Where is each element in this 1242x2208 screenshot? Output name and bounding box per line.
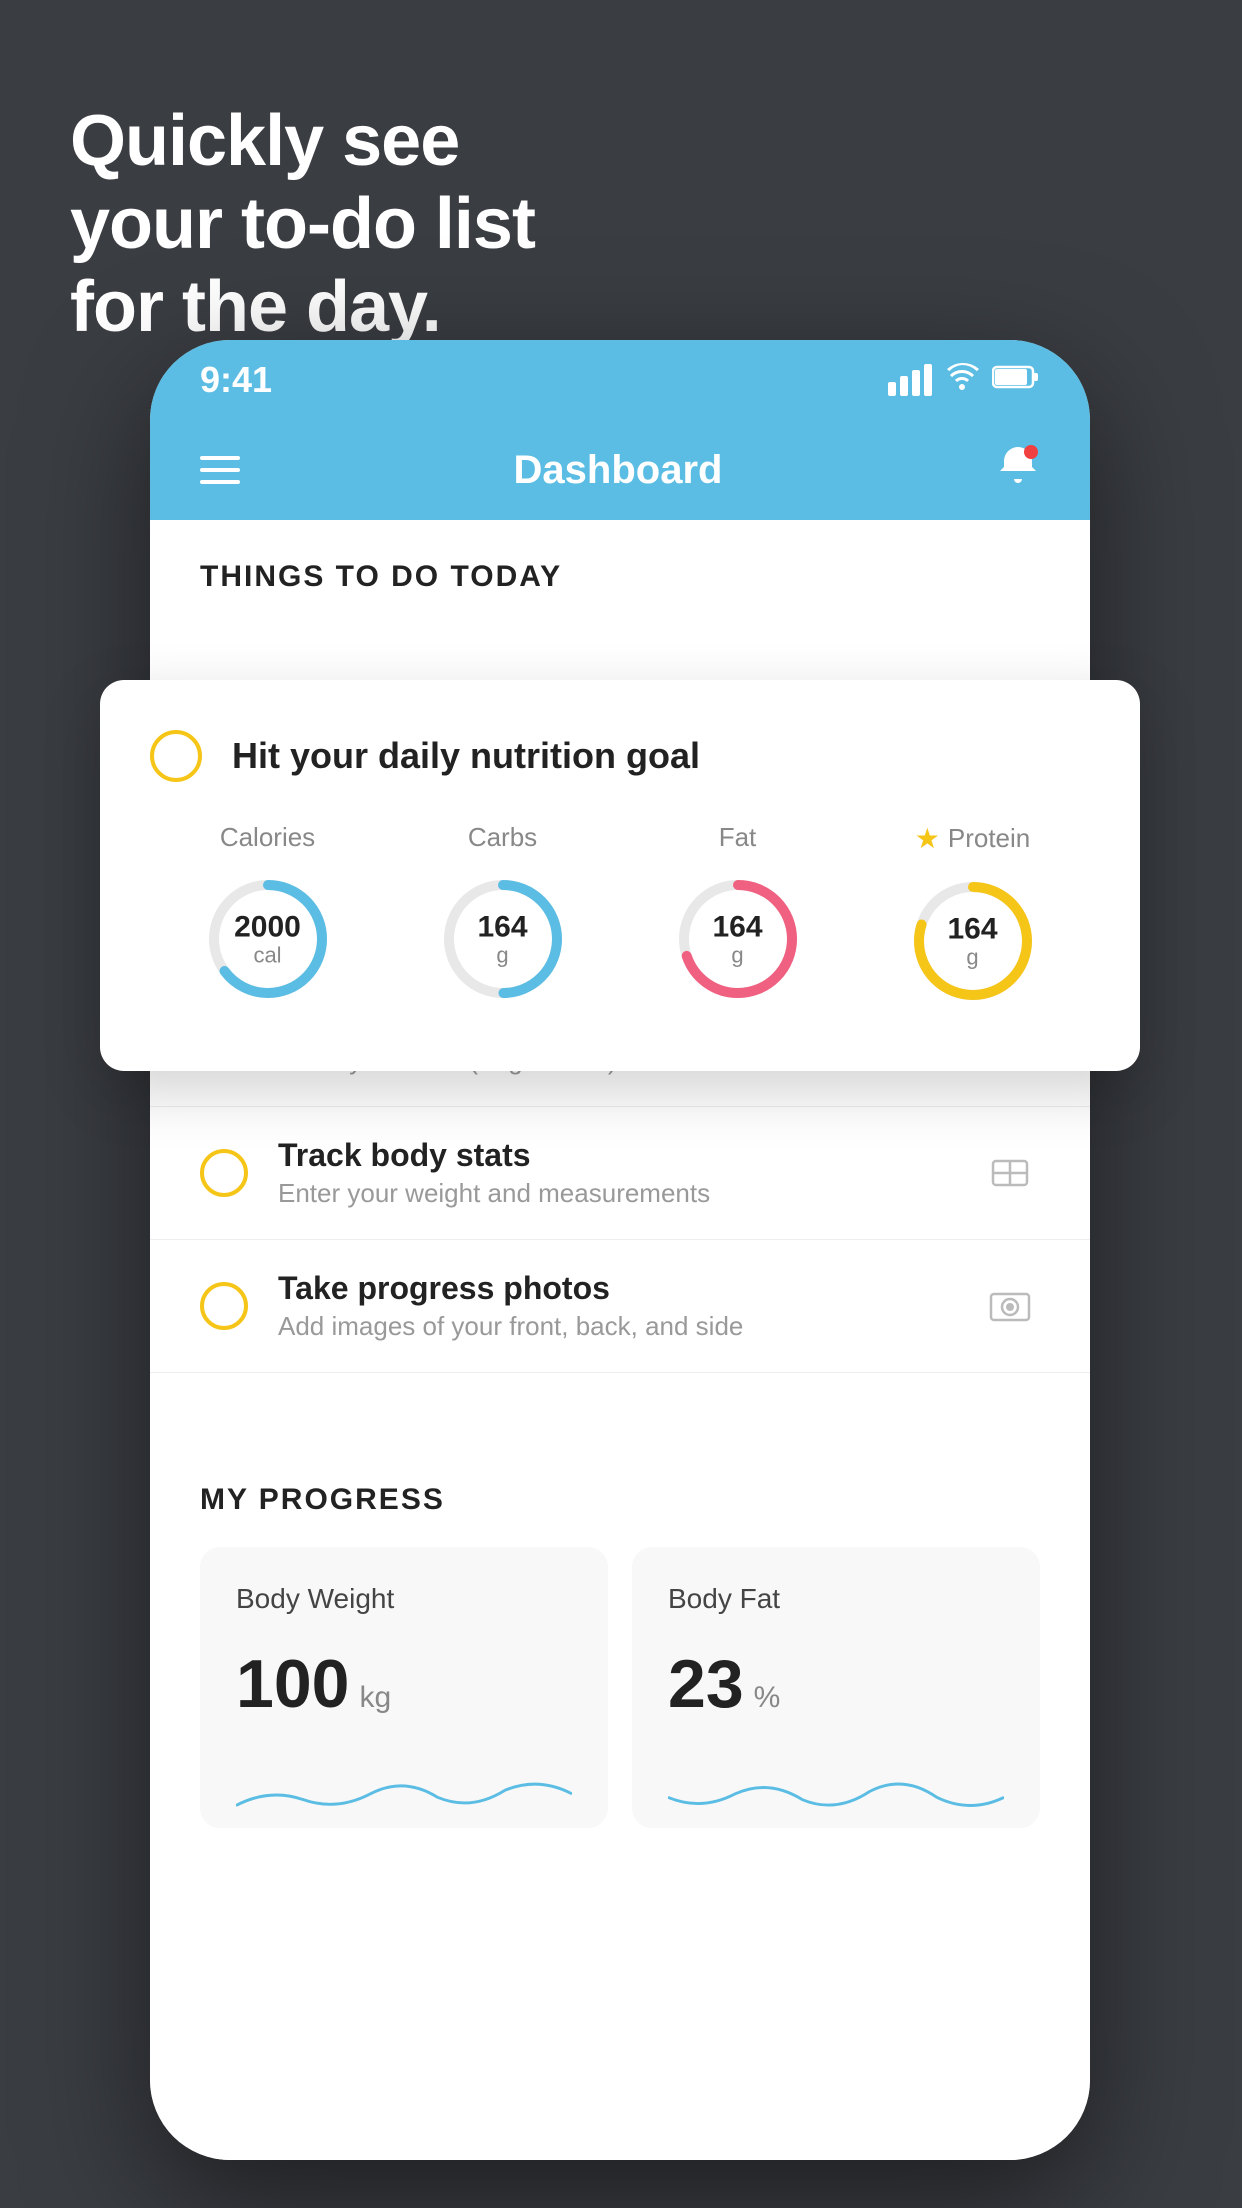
- calorie-value: 2000: [234, 910, 301, 943]
- protein-value: 164: [947, 912, 997, 945]
- item-subtitle-photos: Add images of your front, back, and side: [278, 1311, 950, 1342]
- status-bar: 9:41: [150, 340, 1090, 420]
- phone-mockup: 9:41: [150, 340, 1090, 2160]
- nutrition-label-protein: ★ Protein: [915, 822, 1031, 855]
- body-weight-chart: [236, 1753, 572, 1823]
- card-title-row: Hit your daily nutrition goal: [150, 730, 1090, 782]
- headline-line1: Quickly see: [70, 100, 535, 183]
- nutrition-circle-calories: 2000 cal: [198, 869, 338, 1009]
- nutrition-item-calories: Calories 2000 cal: [198, 822, 338, 1009]
- wifi-icon: [944, 362, 980, 398]
- item-icon-stats: [980, 1143, 1040, 1203]
- body-fat-title: Body Fat: [668, 1583, 1004, 1615]
- item-circle-photos: [200, 1282, 248, 1330]
- protein-star-icon: ★: [915, 822, 940, 855]
- nutrition-item-fat: Fat 164 g: [668, 822, 808, 1009]
- nav-bar: Dashboard: [150, 420, 1090, 520]
- fat-unit: g: [712, 943, 762, 967]
- headline: Quickly see your to-do list for the day.: [70, 100, 535, 348]
- card-check-circle[interactable]: [150, 730, 202, 782]
- nutrition-circle-fat: 164 g: [668, 869, 808, 1009]
- body-weight-title: Body Weight: [236, 1583, 572, 1615]
- progress-header: MY PROGRESS: [200, 1483, 1040, 1517]
- fat-center: 164 g: [712, 910, 762, 967]
- nutrition-item-protein: ★ Protein 164 g: [903, 822, 1043, 1011]
- nutrition-circle-protein: 164 g: [903, 871, 1043, 1011]
- headline-line3: for the day.: [70, 266, 535, 349]
- carbs-center: 164 g: [477, 910, 527, 967]
- protein-unit: g: [947, 945, 997, 969]
- calorie-center: 2000 cal: [234, 910, 301, 967]
- nutrition-circle-carbs: 164 g: [433, 869, 573, 1009]
- item-subtitle-stats: Enter your weight and measurements: [278, 1178, 950, 1209]
- body-weight-value: 100: [236, 1645, 349, 1723]
- card-title: Hit your daily nutrition goal: [232, 735, 700, 777]
- headline-line2: your to-do list: [70, 183, 535, 266]
- body-fat-unit: %: [754, 1681, 781, 1715]
- protein-center: 164 g: [947, 912, 997, 969]
- nutrition-item-carbs: Carbs 164 g: [433, 822, 573, 1009]
- fat-value: 164: [712, 910, 762, 943]
- signal-icon: [888, 364, 932, 396]
- item-title-photos: Take progress photos: [278, 1270, 950, 1307]
- body-weight-value-row: 100 kg: [236, 1645, 572, 1723]
- hamburger-menu[interactable]: [200, 456, 240, 484]
- status-icons: [888, 362, 1040, 398]
- nutrition-label-calories: Calories: [220, 822, 315, 853]
- body-weight-unit: kg: [359, 1681, 391, 1715]
- status-time: 9:41: [200, 359, 272, 401]
- nutrition-grid: Calories 2000 cal Carbs: [150, 822, 1090, 1011]
- carbs-unit: g: [477, 943, 527, 967]
- list-item[interactable]: Take progress photos Add images of your …: [150, 1240, 1090, 1373]
- body-fat-chart: [668, 1753, 1004, 1823]
- progress-section: MY PROGRESS Body Weight 100 kg Body Fat …: [150, 1433, 1090, 1868]
- notification-bell[interactable]: [996, 443, 1040, 497]
- body-fat-value: 23: [668, 1645, 744, 1723]
- list-item[interactable]: Track body stats Enter your weight and m…: [150, 1107, 1090, 1240]
- item-circle-stats: [200, 1149, 248, 1197]
- carbs-value: 164: [477, 910, 527, 943]
- nutrition-label-fat: Fat: [719, 822, 757, 853]
- body-fat-card[interactable]: Body Fat 23 %: [632, 1547, 1040, 1828]
- floating-nutrition-card: Hit your daily nutrition goal Calories 2…: [100, 680, 1140, 1071]
- notification-dot: [1024, 445, 1038, 459]
- progress-cards: Body Weight 100 kg Body Fat 23 %: [200, 1547, 1040, 1828]
- body-fat-value-row: 23 %: [668, 1645, 1004, 1723]
- body-weight-card[interactable]: Body Weight 100 kg: [200, 1547, 608, 1828]
- calorie-unit: cal: [234, 943, 301, 967]
- things-to-do-header: THINGS TO DO TODAY: [150, 520, 1090, 614]
- item-title-stats: Track body stats: [278, 1137, 950, 1174]
- item-icon-photos: [980, 1276, 1040, 1336]
- battery-icon: [992, 364, 1040, 397]
- item-text-photos: Take progress photos Add images of your …: [278, 1270, 950, 1342]
- item-text-stats: Track body stats Enter your weight and m…: [278, 1137, 950, 1209]
- nutrition-label-carbs: Carbs: [468, 822, 537, 853]
- nav-title: Dashboard: [514, 448, 723, 493]
